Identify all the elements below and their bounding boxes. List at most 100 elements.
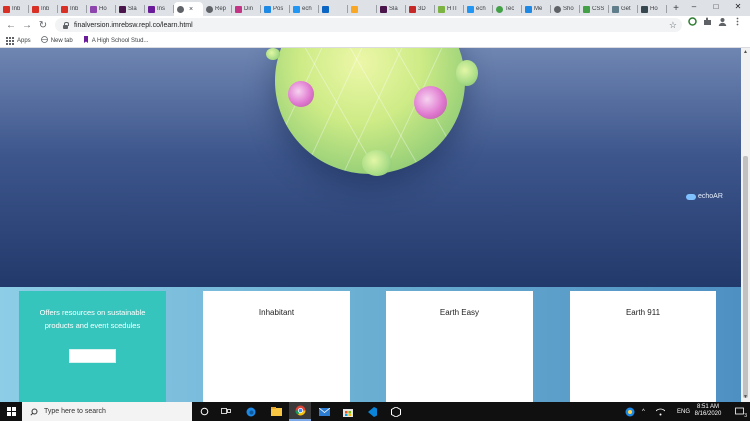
puzzle-icon[interactable] bbox=[700, 17, 714, 31]
card-title: Inhabitant bbox=[258, 308, 295, 317]
browser-tab[interactable]: Tec bbox=[493, 2, 522, 16]
extension-icon[interactable] bbox=[685, 17, 699, 31]
browser-tab[interactable]: Ho bbox=[638, 2, 667, 16]
language-indicator[interactable]: ENG bbox=[677, 402, 690, 421]
chevron-up-icon[interactable]: ^ bbox=[642, 402, 645, 421]
browser-tab[interactable]: HTI bbox=[435, 2, 464, 16]
tab-label: Inb bbox=[70, 6, 79, 12]
tab-label: Sho bbox=[563, 6, 574, 12]
windows-taskbar: Type here to search ^ ENG 8:51 AM 8/16/2… bbox=[0, 402, 750, 421]
resource-card-earth-easy[interactable]: Earth Easy bbox=[386, 291, 533, 402]
echoar-logo[interactable]: echoAR bbox=[686, 193, 723, 200]
resource-card-inhabitant[interactable]: Inhabitant bbox=[203, 291, 350, 402]
tab-label: Inb bbox=[41, 6, 50, 12]
taskbar-search[interactable]: Type here to search bbox=[22, 402, 192, 421]
browser-tab[interactable]: Ins bbox=[145, 2, 174, 16]
browser-tab[interactable]: Sla bbox=[377, 2, 406, 16]
tab-label: Me bbox=[534, 6, 543, 12]
back-button[interactable]: ← bbox=[3, 20, 19, 31]
close-window-button[interactable]: ✕ bbox=[727, 0, 749, 16]
tab-list: Inb Inb Inb Ho Sla Ins × Rep Din Pos ech Sla 3D HTI ec… bbox=[0, 0, 667, 16]
tab-label: Pos bbox=[273, 6, 284, 12]
page-viewport: echoAR Offers resources on sustainable p… bbox=[0, 48, 741, 402]
grid-icon bbox=[612, 5, 619, 13]
browser-tab[interactable]: Inb bbox=[29, 2, 58, 16]
edge-icon[interactable] bbox=[240, 402, 262, 421]
gmail-icon bbox=[32, 5, 39, 13]
browser-tab[interactable]: Pos bbox=[261, 2, 290, 16]
new-tab-button[interactable]: + bbox=[669, 2, 683, 16]
scroll-up-arrow-icon[interactable]: ▲ bbox=[741, 48, 750, 57]
minimize-button[interactable]: – bbox=[683, 0, 705, 16]
close-tab-icon[interactable]: × bbox=[189, 6, 193, 13]
chrome-icon[interactable] bbox=[289, 402, 311, 421]
address-bar[interactable]: finalversion.imrebsw.repl.co/learn.html … bbox=[55, 18, 682, 32]
browser-tab[interactable]: Sho bbox=[551, 2, 580, 16]
lock-icon bbox=[62, 21, 69, 29]
menu-icon[interactable] bbox=[730, 17, 744, 31]
model-node bbox=[266, 48, 280, 60]
browser-tab[interactable] bbox=[319, 2, 348, 16]
tab-label: Get bbox=[621, 6, 631, 12]
tab-label: HTI bbox=[447, 6, 457, 12]
offer-text: Offers resources on sustainable products… bbox=[39, 308, 146, 330]
file-explorer-icon[interactable] bbox=[265, 402, 287, 421]
mail-icon[interactable] bbox=[313, 402, 335, 421]
reload-button[interactable]: ↻ bbox=[35, 20, 51, 31]
unity-icon[interactable] bbox=[385, 402, 407, 421]
browser-tab[interactable]: Get bbox=[609, 2, 638, 16]
bookmark-high-school-stud[interactable]: A High School Stud... bbox=[83, 36, 148, 45]
taskbar-clock[interactable]: 8:51 AM 8/16/2020 bbox=[690, 404, 726, 418]
store-icon[interactable] bbox=[337, 402, 359, 421]
vertical-scrollbar[interactable]: ▲ ▼ bbox=[741, 48, 750, 402]
search-placeholder: Type here to search bbox=[44, 408, 106, 415]
tab-label: Tec bbox=[505, 6, 515, 12]
browser-toolbar: ← → ↻ finalversion.imrebsw.repl.co/learn… bbox=[0, 16, 750, 34]
model-node bbox=[362, 150, 392, 176]
browser-tab[interactable]: Sla bbox=[116, 2, 145, 16]
scrollbar-thumb[interactable] bbox=[743, 156, 748, 398]
forward-button[interactable]: → bbox=[19, 20, 35, 31]
tab-label: ech bbox=[476, 6, 486, 12]
purple-app-icon bbox=[90, 5, 97, 13]
windows-start-button[interactable] bbox=[0, 402, 22, 421]
circle-icon bbox=[496, 5, 503, 13]
app-tray-icon[interactable] bbox=[622, 402, 638, 421]
maximize-button[interactable]: □ bbox=[705, 0, 727, 16]
clock-date: 8/16/2020 bbox=[694, 411, 722, 417]
cortana-icon[interactable] bbox=[193, 402, 215, 421]
browser-tab[interactable]: Me bbox=[522, 2, 551, 16]
network-icon[interactable] bbox=[656, 402, 665, 421]
browser-tab[interactable]: ech bbox=[464, 2, 493, 16]
model-node bbox=[414, 86, 447, 119]
browser-tab[interactable]: 3D bbox=[406, 2, 435, 16]
messenger-icon bbox=[525, 5, 532, 13]
browser-tab[interactable]: Inb bbox=[58, 2, 87, 16]
linkedin-icon bbox=[322, 5, 329, 13]
browser-tab[interactable]: CSS bbox=[580, 2, 609, 16]
browser-tab[interactable]: ech bbox=[290, 2, 319, 16]
bookmark-star-icon[interactable]: ☆ bbox=[669, 18, 677, 32]
browser-tab[interactable]: Rep bbox=[203, 2, 232, 16]
browser-tab[interactable]: × bbox=[174, 2, 203, 16]
resource-card-earth-911[interactable]: Earth 911 bbox=[570, 291, 716, 402]
scroll-down-arrow-icon[interactable]: ▼ bbox=[741, 393, 750, 402]
bookmark-icon bbox=[83, 36, 89, 45]
task-view-icon[interactable] bbox=[215, 402, 237, 421]
bookmark-apps[interactable]: Apps bbox=[6, 36, 31, 45]
browser-tab[interactable] bbox=[348, 2, 377, 16]
browser-tab[interactable]: Din bbox=[232, 2, 261, 16]
browser-tab[interactable]: Ho bbox=[87, 2, 116, 16]
browser-window: Inb Inb Inb Ho Sla Ins × Rep Din Pos ech Sla 3D HTI ec… bbox=[0, 0, 750, 421]
vscode-icon[interactable] bbox=[361, 402, 383, 421]
purple-square-icon bbox=[148, 5, 155, 13]
tab-label: 3D bbox=[418, 6, 426, 12]
profile-icon[interactable] bbox=[715, 17, 729, 31]
offer-button[interactable] bbox=[69, 349, 116, 363]
cloud-icon bbox=[293, 5, 300, 13]
browser-tab[interactable]: Inb bbox=[0, 2, 29, 16]
tab-label: ech bbox=[302, 6, 312, 12]
ar-model-viewer[interactable]: echoAR bbox=[0, 48, 741, 287]
notifications-button[interactable]: 3 bbox=[728, 402, 750, 421]
bookmark-new-tab[interactable]: New tab bbox=[40, 36, 73, 45]
